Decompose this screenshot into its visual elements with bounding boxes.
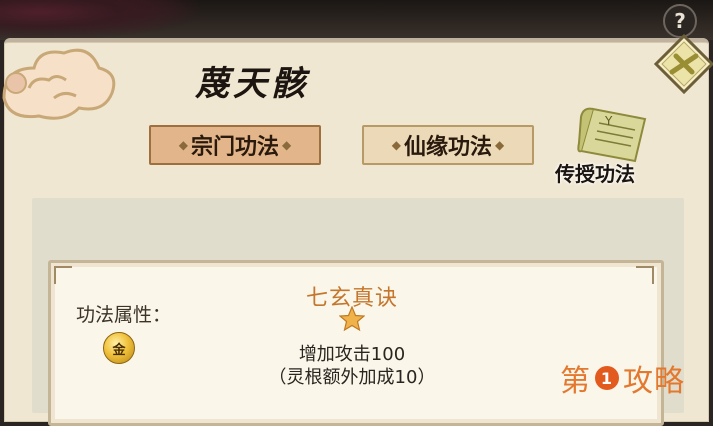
page-title: 蔑天骸 xyxy=(195,64,309,104)
tab-label: 宗门功法 xyxy=(190,134,279,160)
help-icon[interactable]: ? xyxy=(663,4,697,38)
watermark: 第 1 攻略 xyxy=(560,358,710,399)
cloud-ornament-icon xyxy=(2,48,116,120)
diamond-icon: ◆ xyxy=(178,138,188,152)
diamond-icon: ◆ xyxy=(391,138,401,152)
svg-text:Y: Y xyxy=(604,114,613,128)
diamond-icon: ◆ xyxy=(495,138,505,152)
skill-attribute-label: 功法属性： xyxy=(76,304,172,326)
close-icon[interactable] xyxy=(654,34,713,94)
skill-bonus: （灵根额外加成10） xyxy=(268,367,436,388)
tab-label: 仙缘功法 xyxy=(403,134,492,160)
scroll-icon[interactable]: Y xyxy=(573,103,653,165)
watermark-left: 第 xyxy=(560,364,591,399)
card-corner xyxy=(636,266,654,284)
tab-sect-skills[interactable]: ◆ 宗门功法 ◆ xyxy=(149,125,321,165)
diamond-icon: ◆ xyxy=(282,138,292,152)
metal-element-icon: 金 xyxy=(103,332,135,364)
star-icon xyxy=(339,306,365,332)
tab-fate-skills[interactable]: ◆ 仙缘功法 ◆ xyxy=(362,125,534,165)
transmit-skill-button[interactable]: 传授功法 xyxy=(555,158,685,187)
watermark-right: 攻略 xyxy=(623,364,685,399)
watermark-badge: 1 xyxy=(595,366,619,390)
card-corner xyxy=(54,266,72,284)
